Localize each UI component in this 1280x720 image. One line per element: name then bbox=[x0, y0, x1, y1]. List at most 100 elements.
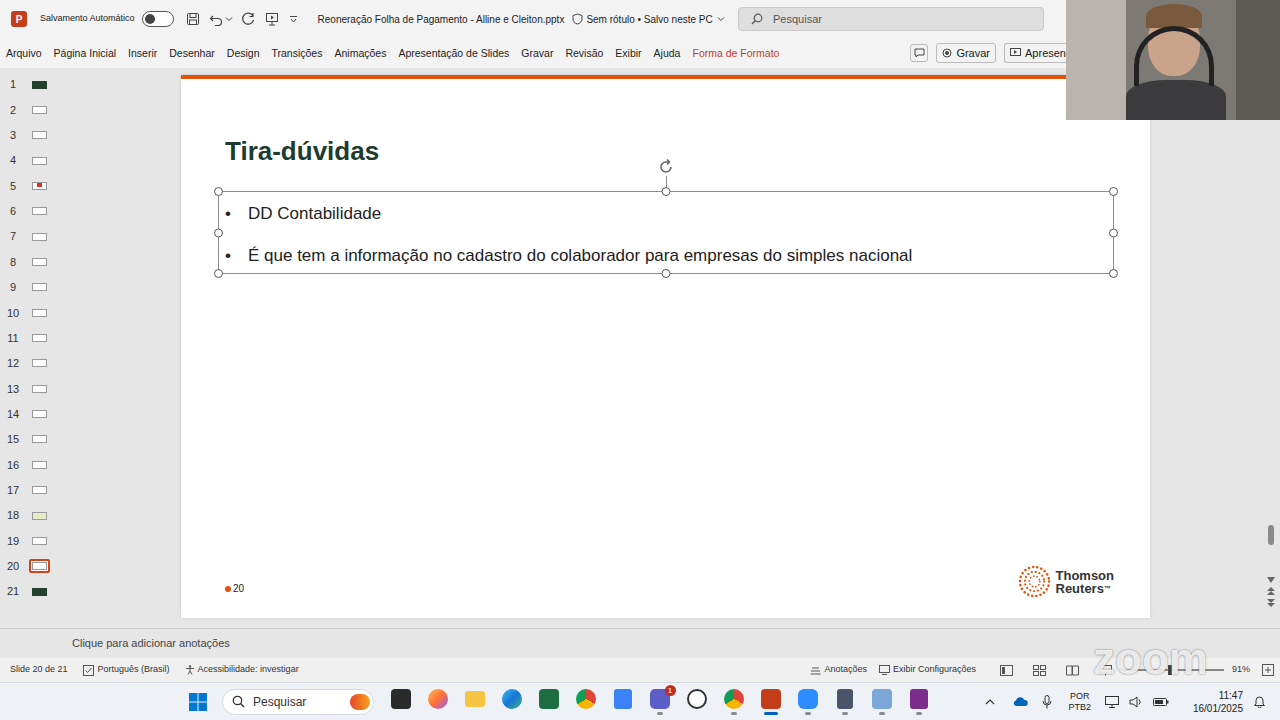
autosave-toggle[interactable] bbox=[142, 11, 174, 27]
ribbon-tab[interactable]: Ajuda bbox=[654, 38, 681, 68]
ribbon-tab[interactable]: Página Inicial bbox=[54, 38, 116, 68]
taskbar-app[interactable] bbox=[789, 683, 826, 720]
ribbon-tab[interactable]: Transições bbox=[271, 38, 322, 68]
customize-toolbar-icon[interactable] bbox=[289, 15, 298, 24]
display-settings-button[interactable]: Exibir Configurações bbox=[893, 663, 976, 677]
slide-thumbnail[interactable]: 19 bbox=[0, 528, 52, 553]
resize-handle[interactable] bbox=[1109, 228, 1118, 237]
present-from-start-icon[interactable] bbox=[265, 12, 279, 26]
display-settings-icon[interactable] bbox=[879, 665, 890, 675]
resize-handle[interactable] bbox=[1109, 269, 1118, 278]
bullet-item[interactable]: •DD Contabilidade bbox=[219, 202, 1113, 226]
ribbon-tab[interactable]: Inserir bbox=[128, 38, 157, 68]
taskbar-app[interactable] bbox=[419, 683, 456, 720]
slide-thumbnail[interactable]: 16 bbox=[0, 452, 52, 477]
slide-thumbnail[interactable]: 10 bbox=[0, 300, 52, 325]
slide-thumbnail[interactable]: 4 bbox=[0, 148, 52, 173]
text-box[interactable]: •DD Contabilidade •É que tem a informação… bbox=[218, 191, 1114, 274]
taskbar-app[interactable] bbox=[752, 683, 789, 720]
notification-bell-icon[interactable] bbox=[1253, 695, 1266, 708]
ribbon-tab[interactable]: Exibir bbox=[615, 38, 641, 68]
microphone-icon[interactable] bbox=[1042, 695, 1052, 709]
slide-thumbnail[interactable]: 18 bbox=[0, 503, 52, 528]
taskbar-app[interactable]: 1 bbox=[641, 683, 678, 720]
chevron-down-icon[interactable] bbox=[717, 15, 725, 23]
slide-thumbnail[interactable]: 2 bbox=[0, 97, 52, 122]
scroll-thumb[interactable] bbox=[1268, 525, 1274, 545]
vertical-scrollbar[interactable] bbox=[1264, 68, 1278, 628]
slide-thumbnail[interactable]: 7 bbox=[0, 224, 52, 249]
ribbon-tab[interactable]: Forma de Formato bbox=[692, 38, 779, 68]
taskbar-app[interactable] bbox=[678, 683, 715, 720]
bullet-item[interactable]: •É que tem a informação no cadastro do c… bbox=[219, 244, 1113, 268]
ribbon-tab[interactable]: Design bbox=[227, 38, 260, 68]
fit-to-window-icon[interactable] bbox=[1262, 664, 1274, 676]
slide-thumbnail[interactable]: 3 bbox=[0, 123, 52, 148]
language[interactable]: Português (Brasil) bbox=[98, 663, 170, 677]
ribbon-tab[interactable]: Desenhar bbox=[169, 38, 215, 68]
slide-thumbnail[interactable]: 6 bbox=[0, 199, 52, 224]
reading-view-icon[interactable] bbox=[1066, 665, 1079, 676]
slide-thumbnail[interactable]: 15 bbox=[0, 427, 52, 452]
spelling-check-icon[interactable] bbox=[83, 665, 94, 676]
save-status[interactable]: Sem rótulo • Salvo neste PC bbox=[586, 12, 712, 27]
accessibility-status[interactable]: Acessibilidade: investigar bbox=[198, 663, 299, 677]
notes-icon[interactable] bbox=[810, 665, 821, 675]
undo-dropdown-icon[interactable] bbox=[225, 15, 233, 23]
notes-button[interactable]: Anotações bbox=[824, 663, 867, 677]
ribbon-tab[interactable]: Apresentação de Slides bbox=[398, 38, 509, 68]
taskbar-search[interactable]: Pesquisar bbox=[222, 689, 374, 715]
zoom-level[interactable]: 91% bbox=[1232, 663, 1250, 677]
slide-thumbnail[interactable]: 21 bbox=[0, 579, 52, 604]
slide-thumbnail[interactable]: 14 bbox=[0, 401, 52, 426]
ribbon-tab[interactable]: Revisão bbox=[565, 38, 603, 68]
taskbar-app[interactable] bbox=[567, 683, 604, 720]
slide-thumbnail[interactable]: 9 bbox=[0, 275, 52, 300]
show-hidden-icons-icon[interactable] bbox=[985, 698, 995, 706]
resize-handle[interactable] bbox=[662, 269, 671, 278]
previous-slide-icon[interactable] bbox=[1267, 587, 1275, 595]
comments-button[interactable] bbox=[910, 44, 928, 62]
slide-thumbnail[interactable]: 8 bbox=[0, 249, 52, 274]
ribbon-tab[interactable]: Animações bbox=[334, 38, 386, 68]
resize-handle[interactable] bbox=[214, 228, 223, 237]
clock[interactable]: 11:47 16/01/2025 bbox=[1193, 689, 1243, 715]
slide-thumbnail[interactable]: 13 bbox=[0, 376, 52, 401]
taskbar-app[interactable] bbox=[604, 683, 641, 720]
volume-icon[interactable] bbox=[1129, 696, 1143, 708]
normal-view-icon[interactable] bbox=[1000, 665, 1013, 676]
slide-thumbnail[interactable]: 11 bbox=[0, 325, 52, 350]
slide-thumbnail[interactable]: 1 bbox=[0, 72, 52, 97]
redo-icon[interactable] bbox=[241, 12, 255, 26]
present-button[interactable]: Apresen bbox=[1004, 43, 1066, 63]
taskbar-app[interactable] bbox=[493, 683, 530, 720]
taskbar-app[interactable] bbox=[863, 683, 900, 720]
slide-thumbnail[interactable]: 5 bbox=[0, 173, 52, 198]
accessibility-icon[interactable] bbox=[185, 665, 195, 675]
input-language[interactable]: POR PTB2 bbox=[1068, 691, 1091, 713]
taskbar-app[interactable] bbox=[826, 683, 863, 720]
search-box[interactable]: Pesquisar bbox=[738, 7, 1044, 31]
save-icon[interactable] bbox=[186, 12, 200, 26]
ribbon-tab[interactable]: Arquivo bbox=[6, 38, 42, 68]
resize-handle[interactable] bbox=[214, 269, 223, 278]
taskbar-app[interactable] bbox=[456, 683, 493, 720]
slide-sorter-icon[interactable] bbox=[1033, 665, 1046, 676]
next-slide-icon[interactable] bbox=[1267, 599, 1275, 607]
slide-title[interactable]: Tira-dúvidas bbox=[225, 135, 1150, 167]
record-button[interactable]: Gravar bbox=[936, 43, 996, 63]
undo-icon[interactable] bbox=[209, 12, 223, 26]
resize-handle[interactable] bbox=[1109, 187, 1118, 196]
taskbar-app[interactable] bbox=[382, 683, 419, 720]
ribbon-tab[interactable]: Gravar bbox=[521, 38, 553, 68]
scroll-down-icon[interactable] bbox=[1267, 577, 1275, 583]
notes-pane[interactable]: Clique para adicionar anotações bbox=[0, 628, 1280, 658]
resize-handle[interactable] bbox=[662, 187, 671, 196]
taskbar-app[interactable] bbox=[530, 683, 567, 720]
slide-thumbnail[interactable]: 12 bbox=[0, 351, 52, 376]
windows-start-icon[interactable] bbox=[189, 693, 207, 711]
slide-thumbnail[interactable]: 20 bbox=[0, 554, 52, 579]
taskbar-app[interactable] bbox=[900, 683, 937, 720]
network-icon[interactable] bbox=[1105, 696, 1119, 708]
sensitivity-shield-icon[interactable] bbox=[572, 13, 583, 25]
